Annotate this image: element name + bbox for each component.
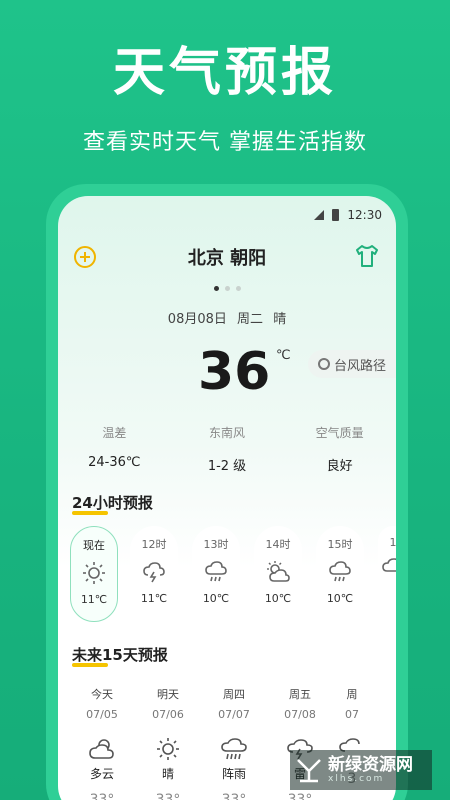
typhoon-icon [317,358,330,370]
page-indicator [58,276,396,295]
promo-title: 天气预报 [112,43,337,103]
shirt-icon[interactable] [354,244,380,268]
watermark-sub: xlhs.com [328,774,385,784]
stat-temp-range: 温差 24-36℃ [58,424,171,474]
stat-air-quality[interactable]: 空气质量 良好 [283,424,396,474]
daily-section-title: 未来15天预报 [72,644,168,667]
hour-card[interactable]: 1 [378,526,396,622]
top-bar: 北京 朝阳 [58,242,396,272]
status-bar: 12:30 [314,208,382,222]
watermark-logo-icon [297,759,321,783]
typhoon-label: 台风路径 [333,358,386,374]
promo-subtitle: 查看实时天气 掌握生活指数 [83,130,367,155]
rain-icon [205,561,227,582]
hour-card[interactable]: 15时 10℃ [316,526,364,622]
battery-icon [332,209,340,221]
current-weekday: 周二 [237,312,264,327]
cloudy-icon [89,739,114,759]
rain-icon [382,558,396,572]
stat-value: 良好 [326,459,353,474]
thunder-icon [143,562,165,583]
page-dot [224,286,230,291]
watermark-text-block: 新绿资源网 xlhs.com [328,756,413,784]
signal-icon [314,210,325,220]
day-column[interactable]: 明天 07/06 晴 33° [136,686,200,800]
hourly-forecast[interactable]: 现在 11℃ 12时 11℃ 13时 10℃ 14时 10℃ 15时 10℃ 1 [70,526,396,626]
sunny-icon [83,562,105,584]
rain-icon [329,561,351,582]
page-dot [235,286,241,291]
stat-label: 东南风 [209,426,246,440]
stat-value: 1-2 级 [207,459,247,474]
typhoon-path-button[interactable]: 台风路径 [307,350,396,378]
current-date: 08月08日 [167,312,227,327]
status-time: 12:30 [347,208,382,222]
day-column[interactable]: 今天 07/05 多云 33° [70,686,134,800]
page-dot-active [213,286,219,291]
date-line: 08月08日 周二 晴 [58,308,396,327]
hour-card[interactable]: 13时 10℃ [192,526,240,622]
site-watermark: 新绿资源网 xlhs.com [290,750,432,790]
hour-card[interactable]: 14时 10℃ [254,526,302,622]
stat-value: 24-36℃ [88,455,141,470]
temperature-unit: ℃ [276,348,291,363]
hour-card[interactable]: 12时 11℃ [130,526,178,622]
city-title[interactable]: 北京 朝阳 [58,244,396,270]
current-condition: 晴 [273,312,287,327]
app-screen: 12:30 北京 朝阳 08月08日 周二 晴 36 ℃ 台风路径 温差 24-… [58,196,396,800]
shower-icon [221,738,247,760]
partly-cloudy-icon [267,561,290,582]
phone-frame: 12:30 北京 朝阳 08月08日 周二 晴 36 ℃ 台风路径 温差 24-… [46,184,408,800]
stat-label: 温差 [102,426,127,440]
watermark-title: 新绿资源网 [328,755,413,775]
hourly-section-title: 24小时预报 [72,492,153,515]
sunny-icon [157,738,179,760]
stat-wind: 东南风 1-2 级 [171,424,284,474]
stat-label: 空气质量 [315,426,364,440]
weather-stats: 温差 24-36℃ 东南风 1-2 级 空气质量 良好 [58,424,396,474]
hour-card[interactable]: 现在 11℃ [70,526,118,622]
current-temperature: 36 [198,342,271,402]
day-column[interactable]: 周四 07/07 阵雨 33° [202,686,266,800]
